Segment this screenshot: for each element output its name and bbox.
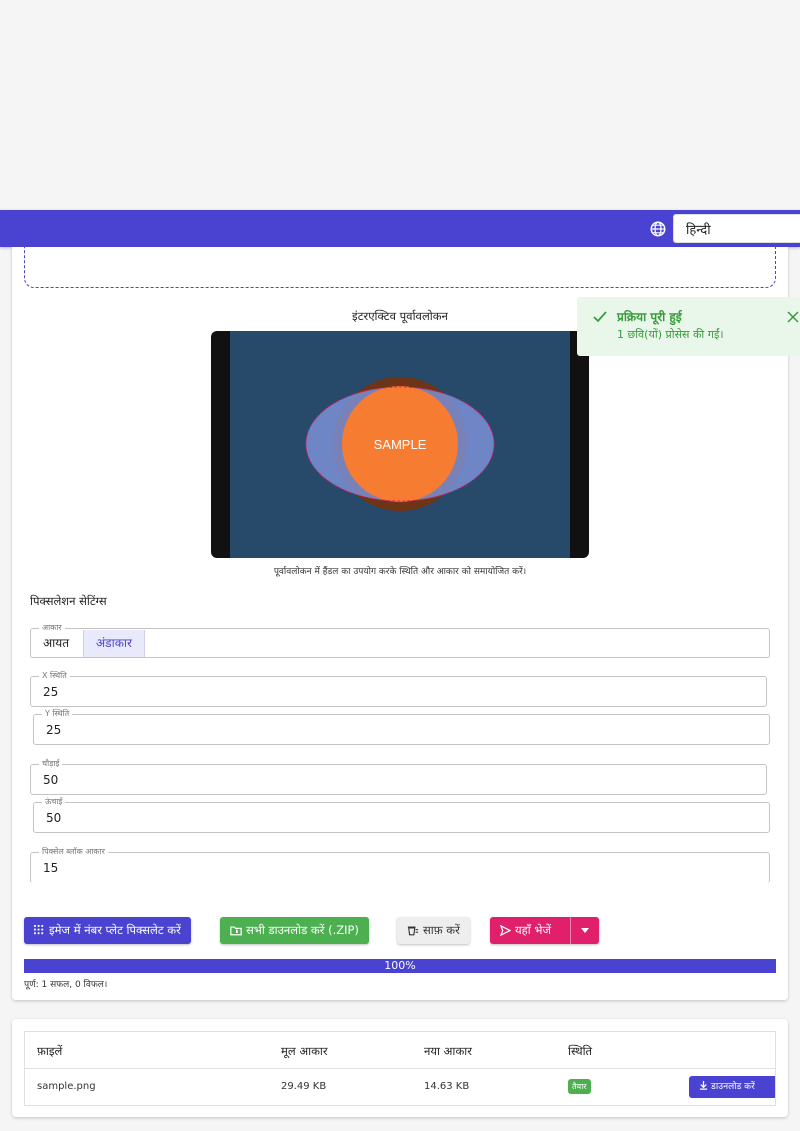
folder-zip-icon xyxy=(230,926,242,936)
y-position-label: Y स्थिति xyxy=(42,709,73,719)
send-dropdown-toggle[interactable] xyxy=(571,917,599,944)
progress-summary: पूर्ण: 1 सफल, 0 विफल। xyxy=(24,980,108,990)
new-size: 14.63 KB xyxy=(424,1081,470,1092)
upload-dropzone[interactable] xyxy=(24,243,776,288)
progress-bar: 100% xyxy=(24,959,776,973)
width-label: चौड़ाई xyxy=(39,759,63,769)
col-status: स्थिति xyxy=(568,1044,593,1058)
header-divider xyxy=(25,1068,775,1069)
main-card: इंटरएक्टिव पूर्वावलोकन SAMPLE पूर्वावलोक… xyxy=(12,243,788,1000)
download-button[interactable]: डाउनलोड करें xyxy=(689,1076,775,1098)
pixelate-button[interactable]: इमेज में नंबर प्लेट पिक्सलेट करें xyxy=(24,917,191,944)
x-position-field[interactable]: X स्थिति 25 xyxy=(30,671,767,707)
y-position-field[interactable]: Y स्थिति 25 xyxy=(33,709,770,745)
check-icon xyxy=(593,311,607,323)
results-table: फ़ाइलें मूल आकार नया आकार स्थिति sample.… xyxy=(24,1031,776,1106)
send-here-label: यहाँ भेजें xyxy=(515,923,552,937)
col-files: फ़ाइलें xyxy=(37,1044,63,1058)
toast-message: 1 छवि(यों) प्रोसेस की गईं। xyxy=(617,328,724,341)
interactive-preview[interactable]: SAMPLE xyxy=(211,331,589,558)
success-toast: प्रक्रिया पूरी हुई 1 छवि(यों) प्रोसेस की… xyxy=(577,297,800,356)
toast-title: प्रक्रिया पूरी हुई xyxy=(617,310,682,324)
clear-icon xyxy=(407,926,419,936)
download-all-button[interactable]: सभी डाउनलोड करें (.ZIP) xyxy=(220,917,369,944)
block-size-field[interactable]: पिक्सेल ब्लॉक आकार 15 xyxy=(30,847,770,883)
preview-hint: पूर्वावलोकन में हैंडल का उपयोग करके स्थि… xyxy=(273,567,527,577)
col-original-size: मूल आकार xyxy=(281,1044,328,1058)
col-new-size: नया आकार xyxy=(424,1044,472,1058)
send-here-button[interactable]: यहाँ भेजें xyxy=(490,917,599,944)
block-size-value[interactable]: 15 xyxy=(43,861,58,875)
globe-icon[interactable] xyxy=(649,220,667,238)
download-label: डाउनलोड करें xyxy=(711,1082,755,1092)
close-icon[interactable] xyxy=(787,311,799,323)
file-name: sample.png xyxy=(37,1081,96,1092)
sample-label: SAMPLE xyxy=(374,437,427,452)
clear-button[interactable]: साफ़ करें xyxy=(397,917,470,944)
x-position-value[interactable]: 25 xyxy=(43,685,58,699)
app-bar: हिन्दी xyxy=(0,210,800,247)
language-select[interactable]: हिन्दी xyxy=(673,214,800,243)
shape-option-ellipse[interactable]: अंडाकार xyxy=(83,630,145,657)
block-size-label: पिक्सेल ब्लॉक आकार xyxy=(39,847,108,857)
height-field[interactable]: ऊंचाई 50 xyxy=(33,797,770,833)
x-position-label: X स्थिति xyxy=(39,671,70,681)
height-label: ऊंचाई xyxy=(42,797,66,807)
caret-down-icon xyxy=(581,928,589,933)
settings-title: पिक्सलेशन सेटिंग्स xyxy=(30,594,107,608)
send-icon xyxy=(499,924,512,937)
grid-icon xyxy=(34,925,44,935)
clear-label: साफ़ करें xyxy=(423,923,460,937)
status-badge: तैयार xyxy=(568,1079,591,1094)
width-field[interactable]: चौड़ाई 50 xyxy=(30,759,767,795)
shape-selector: आकार आयत अंडाकार xyxy=(30,623,770,658)
width-value[interactable]: 50 xyxy=(43,773,58,787)
progress-label: 100% xyxy=(384,959,416,972)
download-icon xyxy=(699,1081,708,1090)
results-card: फ़ाइलें मूल आकार नया आकार स्थिति sample.… xyxy=(12,1019,788,1117)
y-position-value[interactable]: 25 xyxy=(46,723,61,737)
original-size: 29.49 KB xyxy=(281,1081,327,1092)
shape-option-rectangle[interactable]: आयत xyxy=(31,630,81,657)
pixelate-label: इमेज में नंबर प्लेट पिक्सलेट करें xyxy=(49,923,181,937)
height-value[interactable]: 50 xyxy=(46,811,61,825)
download-all-label: सभी डाउनलोड करें (.ZIP) xyxy=(246,923,359,937)
